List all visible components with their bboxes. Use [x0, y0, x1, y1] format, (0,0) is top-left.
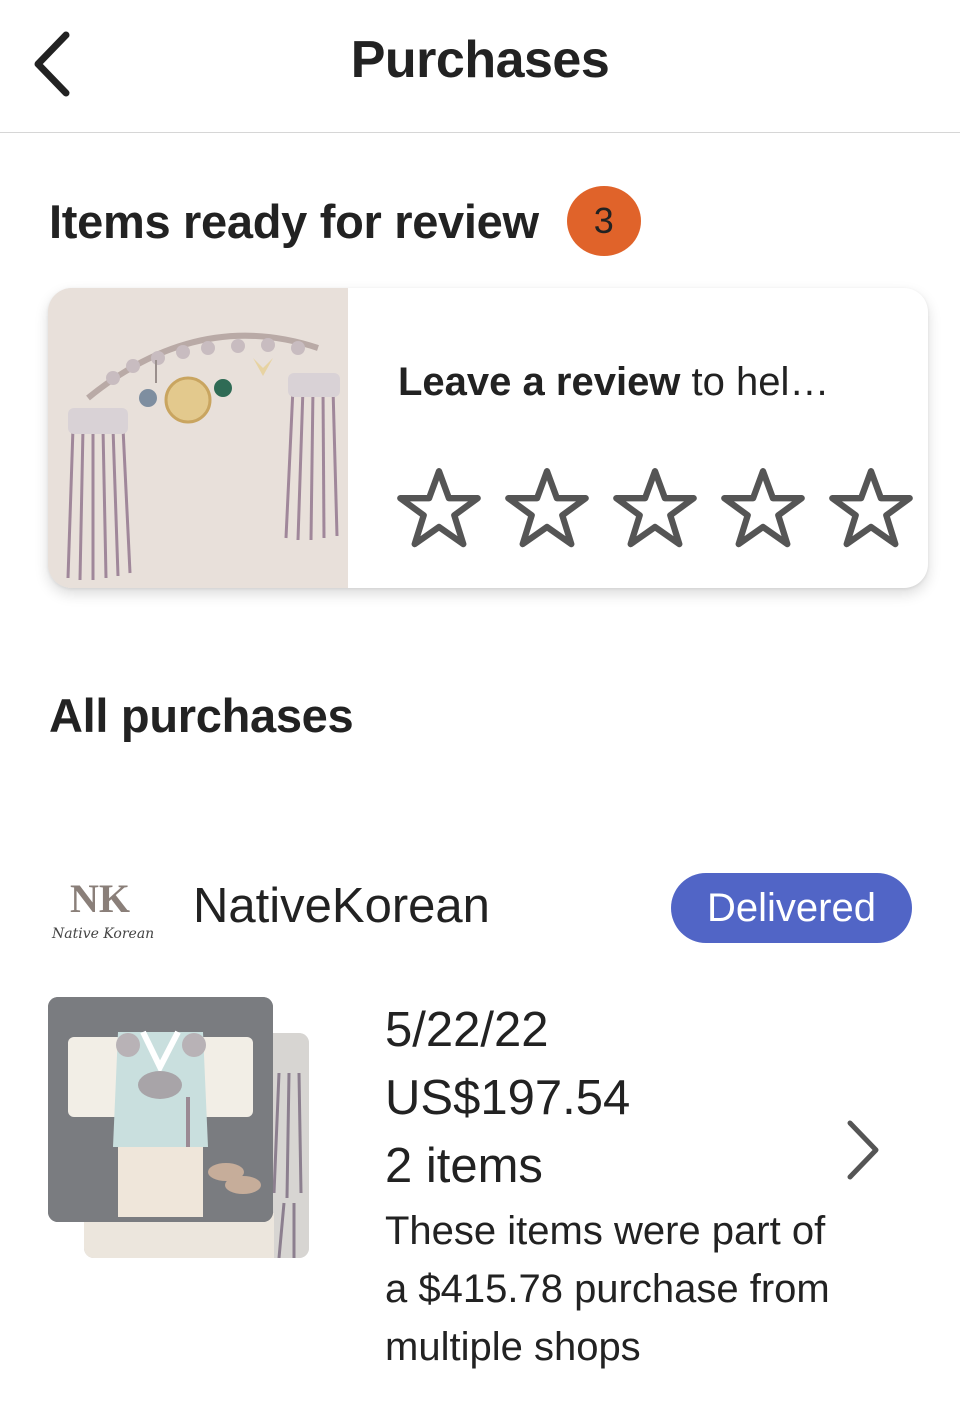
all-purchases-heading: All purchases [49, 689, 354, 742]
order-item-image-1[interactable] [48, 997, 273, 1222]
review-count-badge: 3 [566, 186, 641, 256]
order-date: 5/22/22 [385, 1003, 549, 1057]
page-title: Purchases [350, 31, 610, 89]
status-badge: Delivered [671, 873, 912, 943]
star-outline-icon[interactable] [718, 464, 808, 554]
shop-name[interactable]: NativeKorean [193, 878, 490, 934]
review-heading-text: Items ready for review [49, 194, 539, 248]
order-total: US$197.54 [385, 1071, 631, 1125]
order-note: These items were part of a $415.78 purch… [385, 1209, 830, 1369]
review-prompt-rest: to hel… [680, 360, 830, 404]
star-outline-icon[interactable] [394, 464, 484, 554]
star-rating[interactable] [394, 464, 928, 554]
star-outline-icon[interactable] [502, 464, 592, 554]
star-outline-icon[interactable] [610, 464, 700, 554]
top-bar: Purchases [0, 0, 960, 133]
review-prompt-bold: Leave a review [398, 360, 681, 404]
review-card[interactable]: Leave a review to hel… [48, 288, 928, 588]
logo-script: Native Korean [51, 926, 154, 942]
order-details[interactable]: 5/22/22 US$197.54 2 items These items we… [385, 996, 855, 1376]
review-section-heading: Items ready for review 3 [49, 186, 641, 256]
chevron-right-icon[interactable] [838, 1115, 888, 1185]
star-outline-icon[interactable] [826, 464, 916, 554]
review-prompt: Leave a review to hel… [398, 360, 829, 405]
review-product-image[interactable] [48, 288, 348, 588]
logo-letters: NK [70, 876, 130, 921]
order-item-count: 2 items [385, 1139, 543, 1193]
shop-logo[interactable]: NK Native Korean [48, 870, 158, 954]
